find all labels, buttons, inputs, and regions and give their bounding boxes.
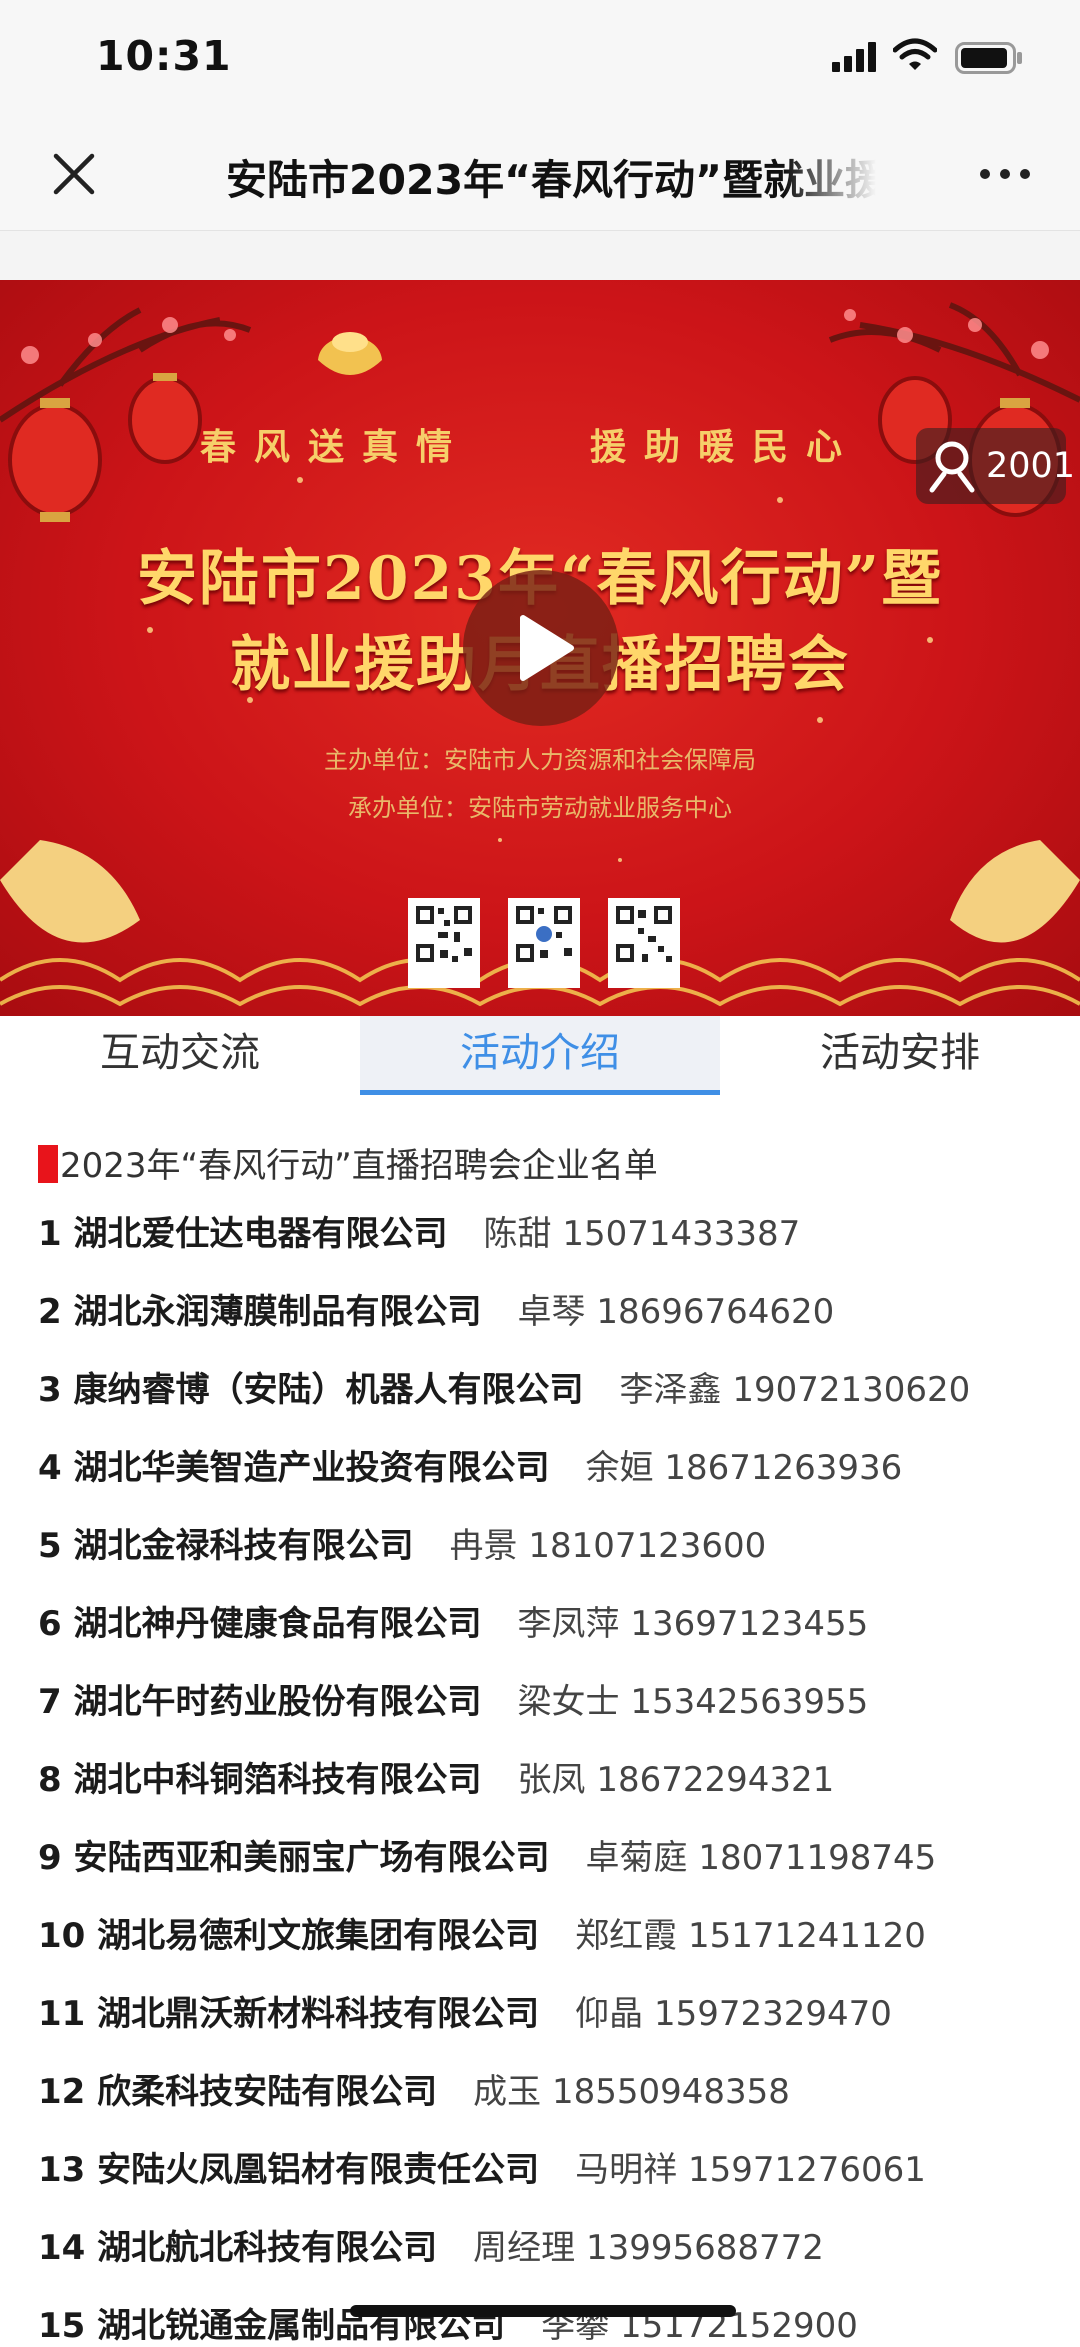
company-contact: 周经理 13995688772	[473, 2228, 824, 2268]
live-video-banner[interactable]: 春风送真情 援助暖民心 安陆市2023年“春风行动”暨 就业援助月直播招聘会 主…	[0, 280, 1080, 1016]
company-row: 1 湖北爱仕达电器有限公司 陈甜 15071433387	[38, 1206, 800, 1255]
company-name: 2 湖北永润薄膜制品有限公司	[38, 1292, 482, 1332]
more-icon[interactable]	[975, 144, 1035, 204]
company-row: 10 湖北易德利文旅集团有限公司 郑红霞 15171241120	[38, 1908, 926, 1957]
status-bar: 10:31	[0, 0, 1080, 118]
company-row: 13 安陆火凤凰铝材有限责任公司 马明祥 15971276061	[38, 2142, 926, 2191]
company-name: 10 湖北易德利文旅集团有限公司	[38, 1916, 540, 1956]
company-contact: 梁女士 15342563955	[517, 1682, 869, 1722]
tab-activity-schedule[interactable]: 活动安排	[720, 1016, 1080, 1090]
banner-co-organizer: 承办单位：安陆市劳动就业服务中心	[348, 794, 732, 822]
viewer-count-badge: 2001	[916, 428, 1075, 504]
company-contact: 冉景 18107123600	[449, 1526, 767, 1566]
company-contact: 李凤萍 13697123455	[517, 1604, 869, 1644]
company-row: 7 湖北午时药业股份有限公司 梁女士 15342563955	[38, 1674, 868, 1723]
company-row: 5 湖北金禄科技有限公司 冉景 18107123600	[38, 1518, 766, 1567]
company-contact: 卓菊庭 18071198745	[585, 1838, 937, 1878]
tab-activity-intro[interactable]: 活动介绍	[360, 1016, 720, 1095]
qr-code-icon	[508, 898, 580, 988]
company-row: 14 湖北航北科技有限公司 周经理 13995688772	[38, 2220, 824, 2269]
company-contact: 郑红霞 15171241120	[575, 1916, 926, 1956]
company-row: 11 湖北鼎沃新材料科技有限公司 仰晶 15972329470	[38, 1986, 892, 2035]
company-row: 2 湖北永润薄膜制品有限公司 卓琴 18696764620	[38, 1284, 834, 1333]
company-name: 5 湖北金禄科技有限公司	[38, 1526, 414, 1566]
company-list-title-text: 2023年“春风行动”直播招聘会企业名单	[60, 1146, 658, 1186]
play-icon[interactable]	[463, 570, 619, 726]
banner-slogan-left: 春风送真情	[200, 426, 471, 468]
company-contact: 仰晶 15972329470	[575, 1994, 892, 2034]
home-indicator[interactable]	[350, 2305, 736, 2317]
company-contact: 李泽鑫 19072130620	[619, 1370, 971, 1410]
company-name: 12 欣柔科技安陆有限公司	[38, 2072, 438, 2112]
signal-icon	[832, 42, 876, 72]
close-icon[interactable]	[44, 144, 104, 204]
tab-interaction[interactable]: 互动交流	[0, 1016, 360, 1090]
viewer-count: 2001	[986, 446, 1076, 486]
company-name: 1 湖北爱仕达电器有限公司	[38, 1214, 448, 1254]
qr-code-icon	[608, 898, 680, 988]
company-contact: 马明祥 15971276061	[575, 2150, 926, 2190]
banner-slogan-right: 援助暖民心	[590, 426, 861, 468]
company-name: 11 湖北鼎沃新材料科技有限公司	[38, 1994, 540, 2034]
battery-icon	[955, 42, 1022, 74]
company-contact: 张凤 18672294321	[517, 1760, 835, 1800]
page-title: 安陆市2023年“春风行动”暨就业援助月直播招聘会	[226, 156, 876, 204]
company-name: 9 安陆西亚和美丽宝广场有限公司	[38, 1838, 550, 1878]
banner-organizer: 主办单位：安陆市人力资源和社会保障局	[324, 746, 756, 774]
header-gap	[0, 231, 1080, 280]
company-row: 6 湖北神丹健康食品有限公司 李凤萍 13697123455	[38, 1596, 868, 1645]
company-name: 4 湖北华美智造产业投资有限公司	[38, 1448, 550, 1488]
tab-bar: 互动交流 活动介绍 活动安排	[0, 1016, 1080, 1096]
company-row: 3 康纳睿博（安陆）机器人有限公司 李泽鑫 19072130620	[38, 1362, 970, 1411]
company-contact: 陈甜 15071433387	[483, 1214, 801, 1254]
company-name: 8 湖北中科铜箔科技有限公司	[38, 1760, 482, 1800]
viewer-icon	[929, 441, 975, 493]
status-time: 10:31	[96, 32, 232, 80]
company-name: 6 湖北神丹健康食品有限公司	[38, 1604, 482, 1644]
company-name: 7 湖北午时药业股份有限公司	[38, 1682, 482, 1722]
company-row: 4 湖北华美智造产业投资有限公司 余姮 18671263936	[38, 1440, 902, 1489]
company-name: 3 康纳睿博（安陆）机器人有限公司	[38, 1370, 584, 1410]
company-row: 9 安陆西亚和美丽宝广场有限公司 卓菊庭 18071198745	[38, 1830, 936, 1879]
company-name: 14 湖北航北科技有限公司	[38, 2228, 438, 2268]
company-row: 8 湖北中科铜箔科技有限公司 张凤 18672294321	[38, 1752, 834, 1801]
company-row: 12 欣柔科技安陆有限公司 成玉 18550948358	[38, 2064, 790, 2113]
wifi-icon	[893, 38, 937, 70]
qr-code-icon	[408, 898, 480, 988]
company-list-title: 2023年“春风行动”直播招聘会企业名单	[38, 1138, 658, 1187]
nav-bar: 安陆市2023年“春风行动”暨就业援助月直播招聘会	[0, 118, 1080, 231]
company-contact: 成玉 18550948358	[473, 2072, 790, 2112]
company-name: 13 安陆火凤凰铝材有限责任公司	[38, 2150, 540, 2190]
title-marker	[38, 1145, 58, 1183]
company-contact: 卓琴 18696764620	[517, 1292, 835, 1332]
company-contact: 余姮 18671263936	[585, 1448, 903, 1488]
